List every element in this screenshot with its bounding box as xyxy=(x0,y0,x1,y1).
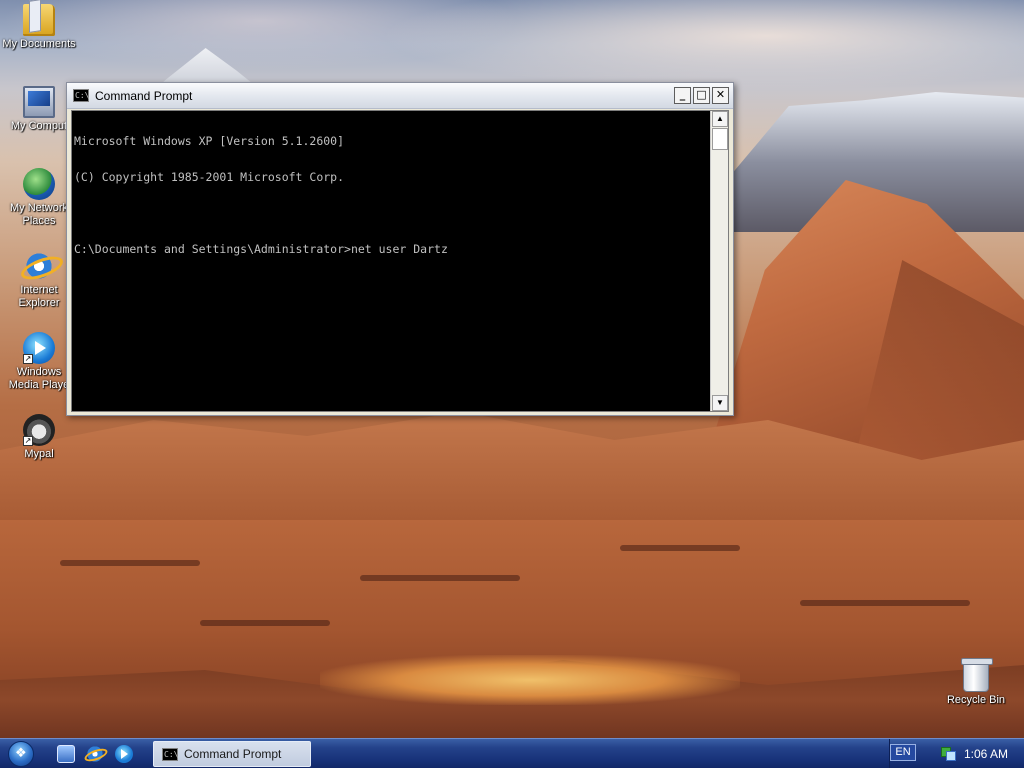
console-line: (C) Copyright 1985-2001 Microsoft Corp. xyxy=(74,170,345,184)
vertical-scrollbar[interactable]: ▲ ▼ xyxy=(710,111,728,411)
desktop-icon-label: Mypal xyxy=(24,448,54,460)
network-tray-icon[interactable] xyxy=(940,745,956,761)
internet-explorer-icon xyxy=(23,250,55,282)
wallpaper-gully xyxy=(200,620,330,626)
wallpaper-gully xyxy=(60,560,200,566)
command-prompt-window[interactable]: C:\ Command Prompt _ □ ✕ Microsoft Windo… xyxy=(66,82,734,416)
media-player-icon: ↗ xyxy=(23,332,55,364)
show-desktop-icon[interactable] xyxy=(57,744,75,763)
command-prompt-icon: C:\ xyxy=(73,89,90,102)
network-places-icon xyxy=(23,168,55,200)
desktop-icon-label: Recycle Bin xyxy=(946,694,1006,706)
close-button[interactable]: ✕ xyxy=(712,87,729,104)
window-titlebar[interactable]: C:\ Command Prompt _ □ ✕ xyxy=(67,83,733,109)
shortcut-arrow-icon: ↗ xyxy=(23,436,33,446)
computer-icon xyxy=(23,86,55,118)
folder-icon xyxy=(23,4,55,36)
media-player-quicklaunch-icon[interactable] xyxy=(115,744,133,763)
taskbar-button-command-prompt[interactable]: C:\ Command Prompt xyxy=(153,741,311,767)
window-title: Command Prompt xyxy=(95,88,193,103)
taskbar: C:\ Command Prompt xyxy=(0,738,1024,768)
scroll-up-button[interactable]: ▲ xyxy=(712,111,728,127)
desktop-background[interactable]: My Documents My Comput My Network Places… xyxy=(0,0,1024,738)
maximize-button[interactable]: □ xyxy=(693,87,710,104)
console-area[interactable]: Microsoft Windows XP [Version 5.1.2600] … xyxy=(71,110,729,412)
mypal-icon: ↗ xyxy=(23,414,55,446)
clock[interactable]: 1:06 AM xyxy=(964,747,1008,761)
wallpaper-gully xyxy=(800,600,970,606)
shortcut-arrow-icon: ↗ xyxy=(23,354,33,364)
wallpaper-gully xyxy=(360,575,520,581)
desktop-icon-label: My Documents xyxy=(2,38,76,50)
windows-logo-icon xyxy=(8,740,34,767)
wallpaper-clouds xyxy=(380,0,1024,90)
taskbar-button-label: Command Prompt xyxy=(184,747,282,761)
command-prompt-icon: C:\ xyxy=(162,747,179,761)
console-output[interactable]: Microsoft Windows XP [Version 5.1.2600] … xyxy=(74,111,712,411)
console-line: C:\Documents and Settings\Administrator>… xyxy=(74,242,448,256)
console-line: Microsoft Windows XP [Version 5.1.2600] xyxy=(74,134,345,148)
desktop-icon-my-documents[interactable]: My Documents xyxy=(1,4,77,51)
internet-explorer-quicklaunch-icon[interactable] xyxy=(86,744,104,763)
start-button[interactable] xyxy=(0,739,46,768)
scroll-down-button[interactable]: ▼ xyxy=(712,395,728,411)
wallpaper-gully xyxy=(620,545,740,551)
language-indicator[interactable]: EN xyxy=(890,744,916,761)
minimize-button[interactable]: _ xyxy=(674,87,691,104)
scrollbar-thumb[interactable] xyxy=(712,128,728,150)
desktop-icon-mypal[interactable]: ↗ Mypal xyxy=(1,414,77,461)
recycle-bin-icon xyxy=(961,658,993,692)
wallpaper-canyon xyxy=(320,655,740,705)
desktop-icon-recycle-bin[interactable]: Recycle Bin xyxy=(938,658,1014,707)
